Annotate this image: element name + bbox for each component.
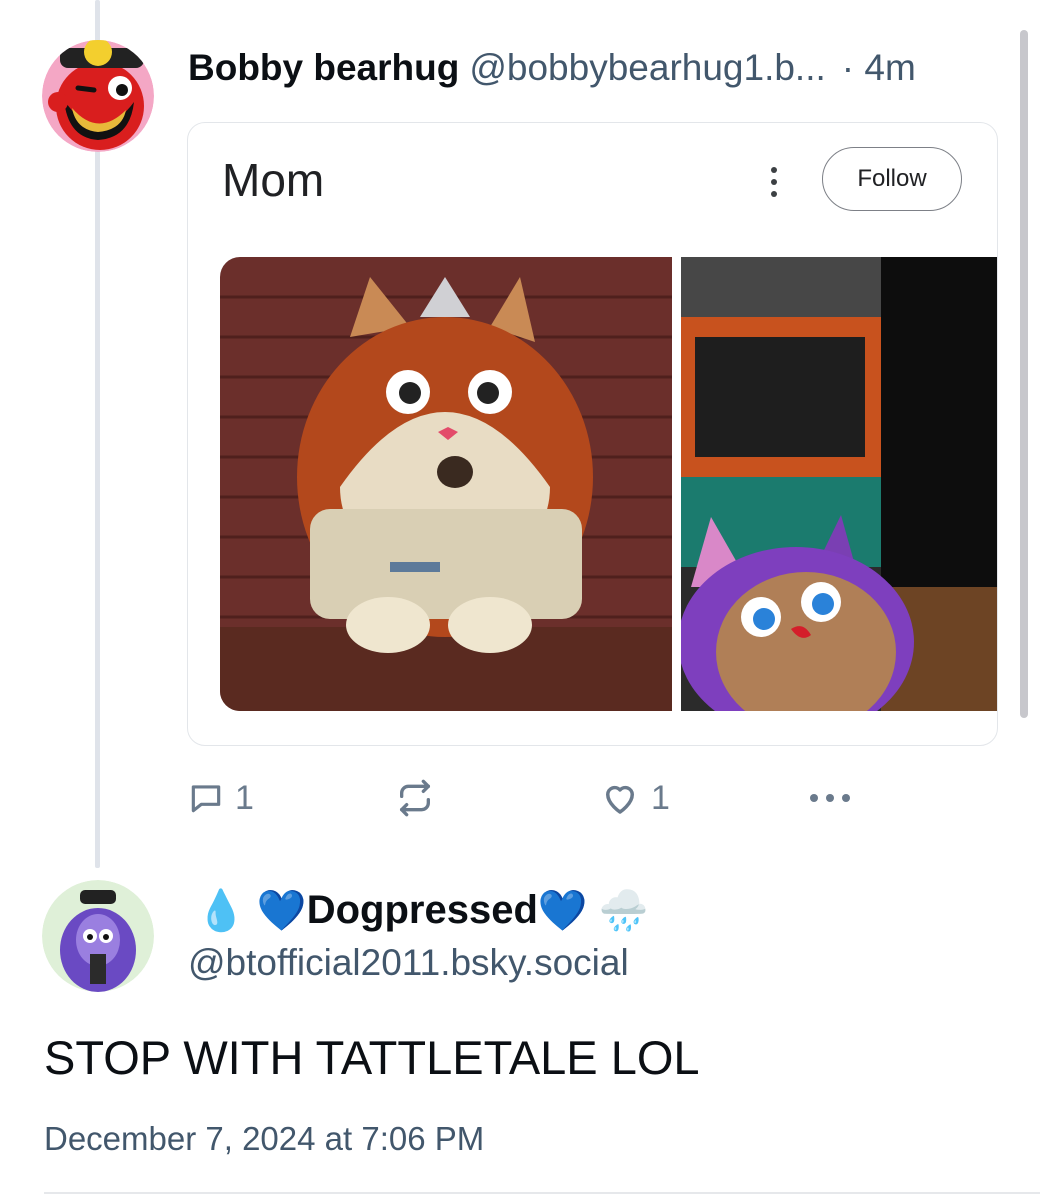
comment-icon	[191, 785, 221, 813]
divider	[44, 1192, 1040, 1194]
embedded-image-card[interactable]: Mom Follow	[187, 122, 998, 746]
display-name-prefix-emoji: 💧 💙	[196, 888, 307, 933]
reply-count: 1	[235, 778, 254, 817]
post-body-text: STOP WITH TATTLETALE LOL	[44, 1031, 700, 1084]
reply-timestamp[interactable]: · 4m	[842, 47, 916, 89]
reply-author-name[interactable]: Bobby bearhug	[188, 47, 459, 89]
repost-button[interactable]	[395, 772, 435, 824]
like-button[interactable]: 1	[599, 772, 670, 824]
reply-header: Bobby bearhug @bobbybearhug1.b... · 4m	[188, 40, 1008, 96]
reply-action-bar: 1 1	[187, 772, 887, 824]
display-name-suffix-emoji: 💙 🌧️	[537, 888, 649, 933]
heart-icon	[606, 785, 634, 814]
follow-button[interactable]: Follow	[822, 147, 962, 211]
reply-author-avatar[interactable]	[42, 40, 154, 152]
reply-button[interactable]: 1	[187, 772, 254, 824]
more-horizontal-icon	[810, 794, 850, 802]
reply-author-handle[interactable]: @bobbybearhug1.b...	[469, 47, 825, 89]
post-timestamp[interactable]: December 7, 2024 at 7:06 PM	[44, 1120, 484, 1158]
embed-title: Mom	[222, 154, 325, 206]
more-options-button[interactable]	[807, 772, 853, 824]
tattletail-mama-image[interactable]	[220, 257, 672, 711]
tattletail-purple-image[interactable]	[681, 257, 997, 711]
like-count: 1	[651, 778, 670, 817]
original-post-display-name[interactable]: 💧 💙 Dogpressed 💙 🌧️	[196, 880, 649, 940]
display-name-text: Dogpressed	[306, 887, 538, 932]
scrollbar[interactable]	[1020, 30, 1028, 718]
original-post-handle[interactable]: @btofficial2011.bsky.social	[188, 942, 629, 984]
original-post-avatar[interactable]	[42, 880, 154, 992]
kebab-menu-icon[interactable]	[763, 167, 785, 201]
repost-icon	[400, 779, 430, 817]
